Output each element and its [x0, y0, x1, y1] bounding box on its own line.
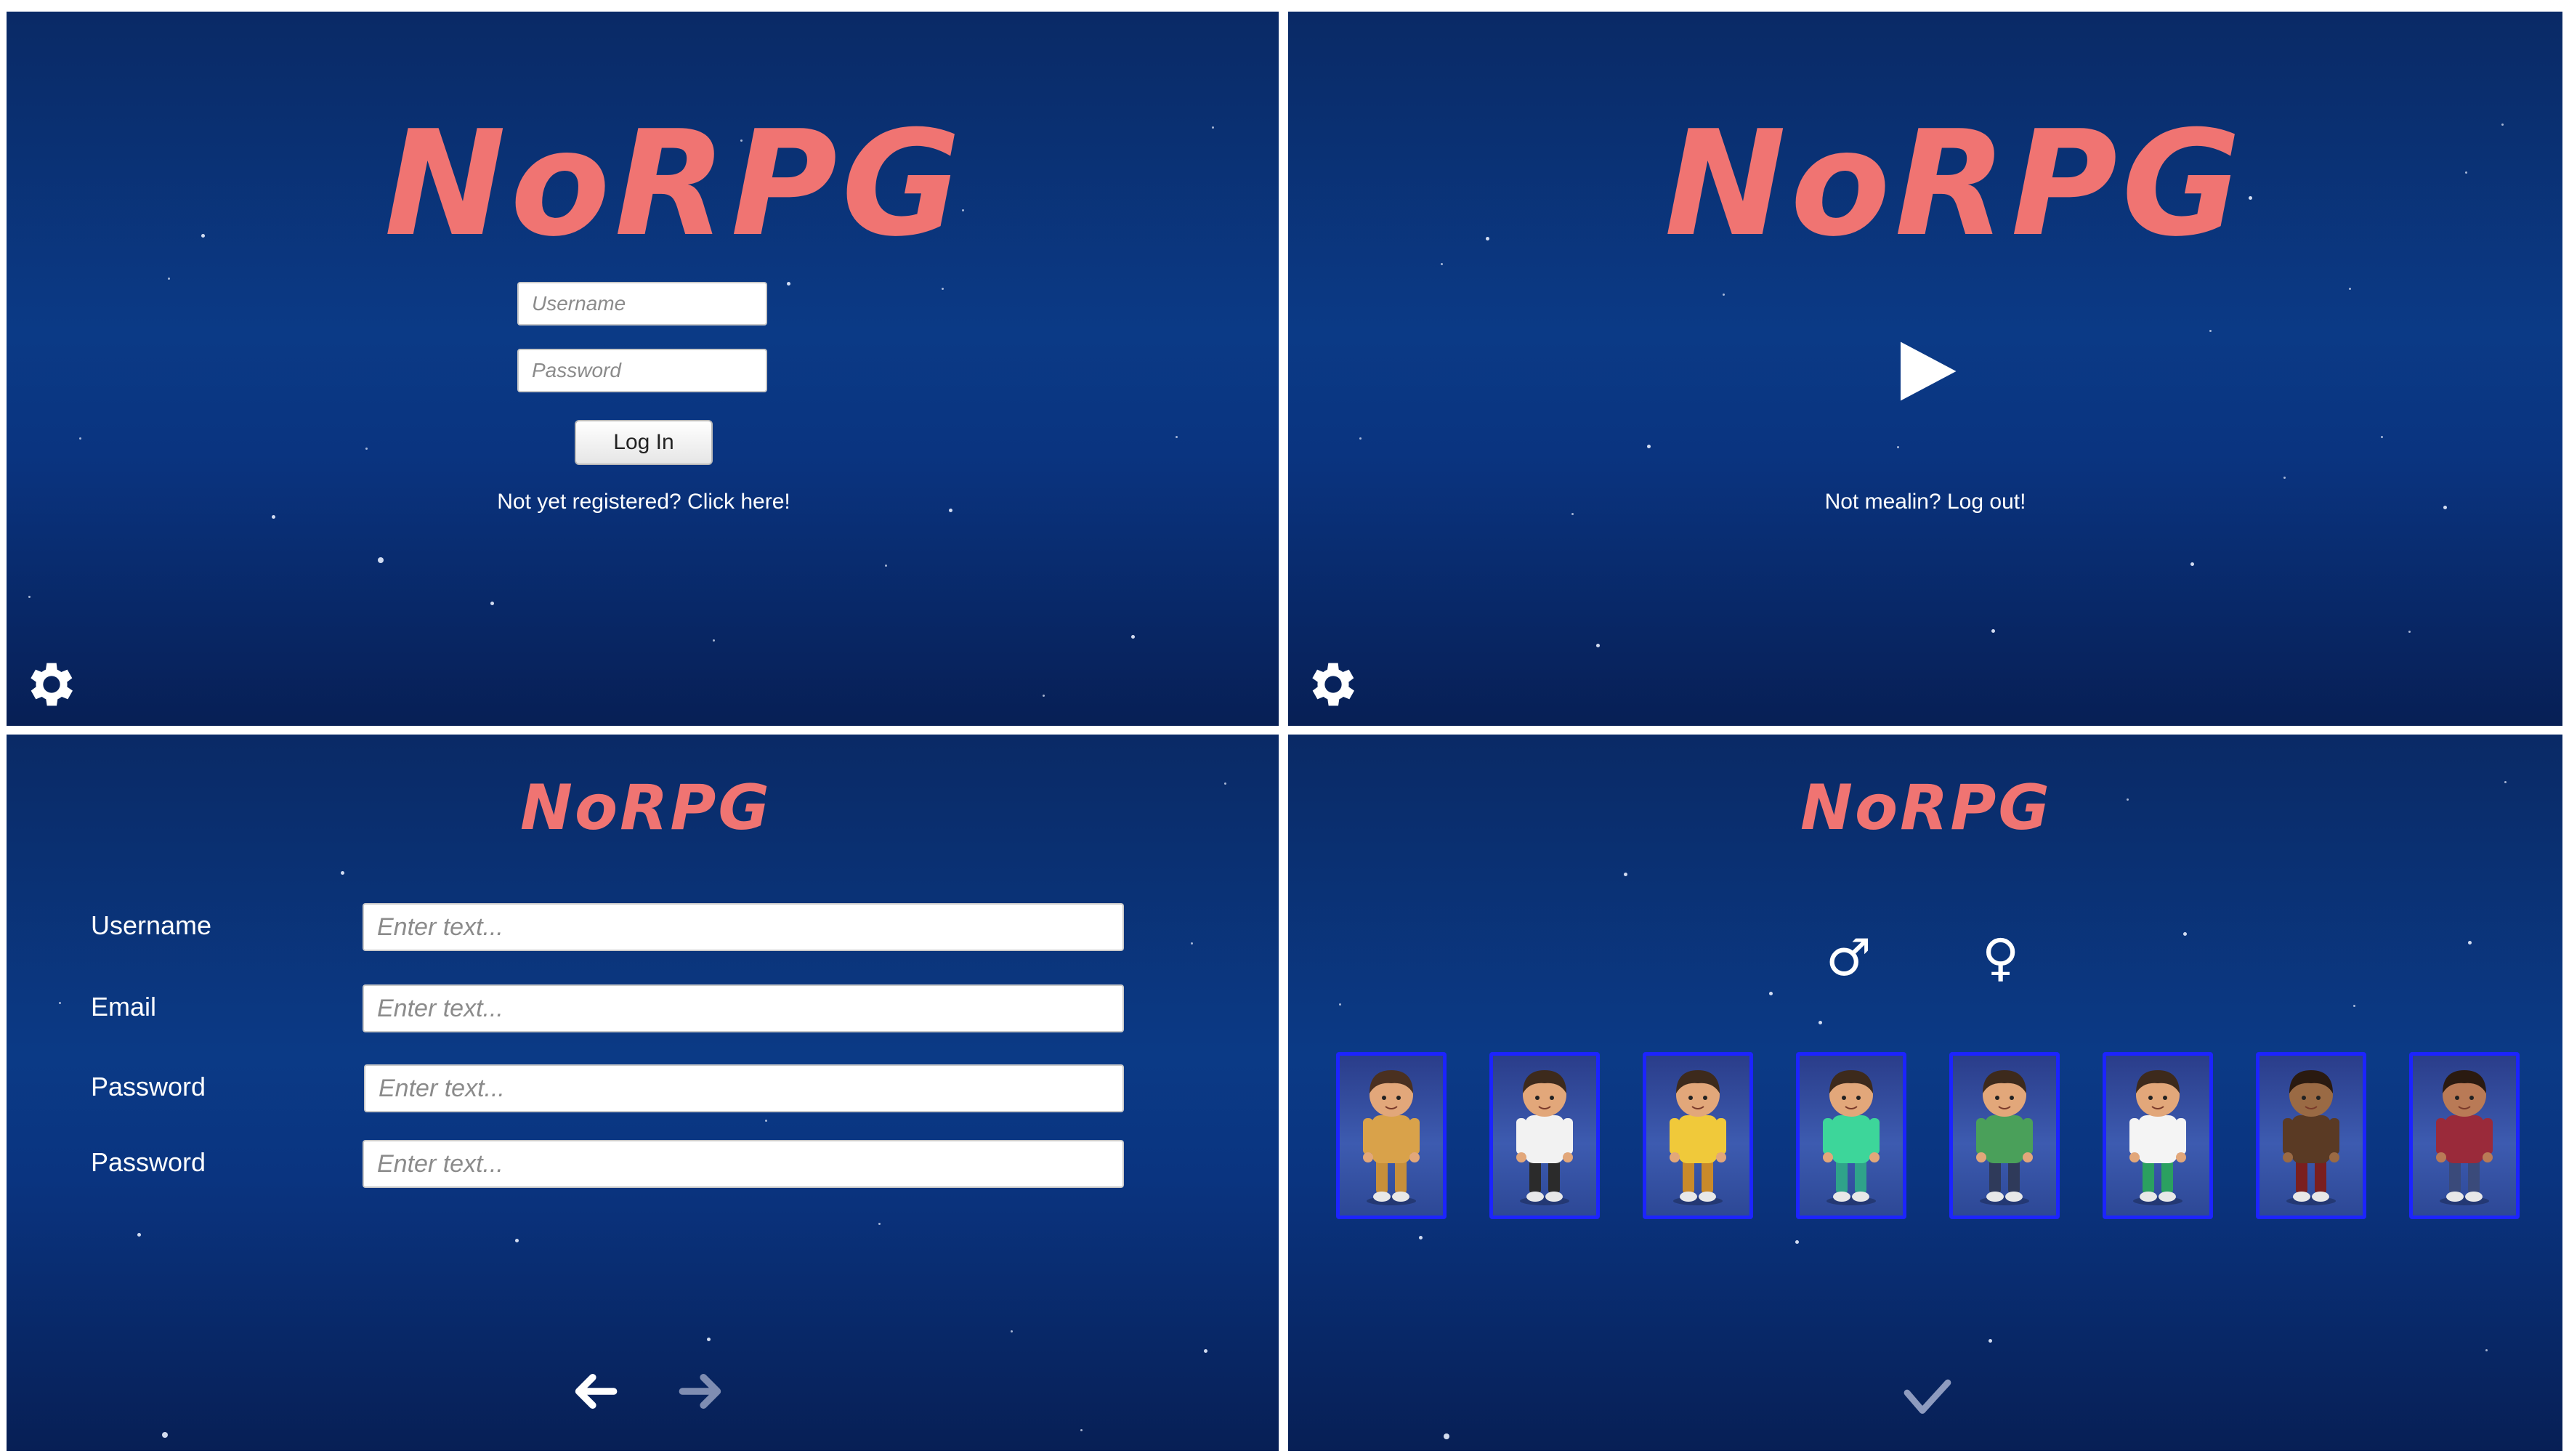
username-input[interactable]: Username [517, 282, 767, 325]
password-placeholder: Password [532, 359, 621, 381]
avatar-card[interactable] [2103, 1052, 2213, 1219]
female-icon[interactable]: ♀ [1982, 932, 2019, 983]
field-label-email: Email [91, 992, 157, 1022]
avatar-figure [2436, 1070, 2493, 1205]
avatar-card[interactable] [1489, 1052, 1600, 1219]
character-select-screen: NoRPG ♂ ♀ [1288, 735, 2562, 1451]
play-icon[interactable] [1894, 339, 1959, 404]
avatar-card[interactable] [2256, 1052, 2366, 1219]
male-icon[interactable]: ♂ [1826, 932, 1872, 983]
field-label-password: Password [91, 1072, 206, 1101]
app-logo: NoRPG [1664, 100, 2246, 269]
field-label-username: Username [91, 910, 212, 940]
arrow-right-icon [679, 1374, 721, 1409]
avatar-card[interactable] [1643, 1052, 1753, 1219]
avatar-figure [2129, 1070, 2186, 1205]
gear-icon[interactable] [23, 655, 81, 713]
register-screen: NoRPG Username Enter text... Email Enter… [7, 735, 1279, 1451]
username-field-placeholder: Enter text... [377, 913, 503, 941]
password-field-placeholder: Enter text... [379, 1074, 505, 1102]
avatar-figure [1670, 1070, 1726, 1205]
app-logo: NoRPG [384, 100, 966, 269]
checkmark-icon[interactable] [1898, 1372, 1957, 1423]
avatar-card[interactable] [2409, 1052, 2520, 1219]
avatar-card[interactable] [1949, 1052, 2060, 1219]
field-label-password-confirm: Password [91, 1147, 206, 1177]
avatar-card[interactable] [1796, 1052, 1906, 1219]
password-confirm-field-placeholder: Enter text... [377, 1149, 503, 1178]
avatar-card[interactable] [1336, 1052, 1447, 1219]
password-field[interactable]: Enter text... [364, 1064, 1124, 1112]
register-link[interactable]: Not yet registered? Click here! [426, 490, 862, 514]
password-input[interactable]: Password [517, 349, 767, 392]
login-screen: NoRPG Username Password Log In Not yet r… [7, 12, 1279, 726]
app-logo: NoRPG [520, 772, 772, 844]
app-logo: NoRPG [1800, 772, 2052, 844]
password-confirm-field[interactable]: Enter text... [363, 1140, 1124, 1188]
logout-link[interactable]: Not mealin? Log out! [1707, 490, 2143, 514]
avatar-figure [1516, 1070, 1573, 1205]
start-screen: NoRPG Not mealin? Log out! [1288, 12, 2562, 726]
username-placeholder: Username [532, 292, 626, 315]
avatar-figure [1976, 1070, 2033, 1205]
gear-icon[interactable] [1304, 655, 1362, 713]
avatar-figure [2283, 1070, 2339, 1205]
email-field[interactable]: Enter text... [363, 984, 1124, 1032]
arrow-left-icon[interactable] [572, 1368, 618, 1415]
avatar-figure [1823, 1070, 1880, 1205]
email-field-placeholder: Enter text... [377, 994, 503, 1022]
login-button[interactable]: Log In [575, 420, 713, 465]
avatar-figure [1363, 1070, 1420, 1205]
username-field[interactable]: Enter text... [363, 903, 1124, 951]
